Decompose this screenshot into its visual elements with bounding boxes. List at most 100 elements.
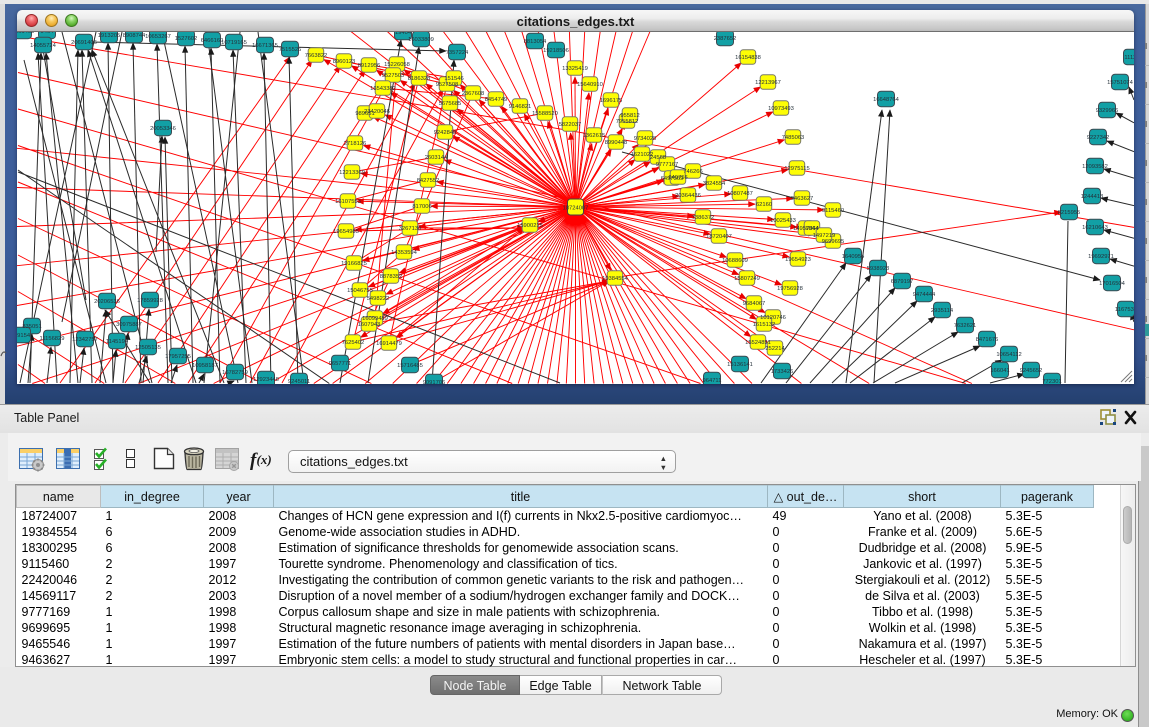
svg-text:15588520: 15588520 — [532, 111, 558, 117]
svg-text:2367608: 2367608 — [462, 91, 485, 97]
svg-text:955812: 955812 — [620, 113, 639, 119]
svg-text:1527602: 1527602 — [175, 36, 198, 42]
svg-text:8454749: 8454749 — [485, 97, 508, 103]
svg-text:817006: 817006 — [412, 204, 431, 210]
svg-text:7515526: 7515526 — [279, 47, 302, 53]
svg-text:20691406: 20691406 — [71, 40, 97, 46]
svg-text:7386372: 7386372 — [692, 215, 715, 221]
svg-text:5938923: 5938923 — [867, 266, 890, 272]
svg-text:8960123: 8960123 — [333, 59, 356, 65]
svg-text:746266: 746266 — [683, 169, 702, 175]
svg-text:16033809: 16033809 — [408, 37, 434, 43]
svg-text:7955812: 7955812 — [616, 119, 639, 125]
svg-text:9699695: 9699695 — [822, 239, 845, 245]
svg-text:(x): (x) — [257, 452, 272, 467]
svg-text:9844: 9844 — [806, 226, 820, 232]
svg-text:14055724: 14055724 — [30, 43, 57, 49]
svg-text:3824554: 3824554 — [703, 181, 726, 187]
svg-text:9463627: 9463627 — [791, 196, 814, 202]
svg-text:19384554: 19384554 — [602, 276, 629, 282]
svg-text:10973493: 10973493 — [768, 106, 794, 112]
svg-text:8878352: 8878352 — [380, 274, 403, 280]
svg-text:20364436: 20364436 — [675, 193, 701, 199]
svg-text:1497219: 1497219 — [813, 233, 836, 239]
svg-text:12505135: 12505135 — [135, 345, 161, 351]
svg-text:8990448: 8990448 — [605, 140, 628, 146]
svg-text:166041: 166041 — [990, 368, 1009, 374]
svg-text:9091706: 9091706 — [423, 380, 446, 384]
svg-text:772301: 772301 — [1042, 379, 1061, 384]
svg-text:5498222: 5498222 — [367, 296, 390, 302]
svg-text:6879197: 6879197 — [891, 279, 914, 285]
svg-text:16210643: 16210643 — [1082, 225, 1108, 231]
svg-text:15226058: 15226058 — [384, 62, 410, 68]
svg-text:19654985: 19654985 — [333, 229, 359, 235]
svg-text:8186328: 8186328 — [408, 76, 431, 82]
svg-text:9474444: 9474444 — [913, 292, 936, 298]
svg-text:5822037: 5822037 — [559, 122, 582, 128]
svg-text:16107553: 16107553 — [335, 199, 361, 205]
svg-text:20206536: 20206536 — [94, 299, 120, 305]
svg-text:19218506: 19218506 — [543, 48, 569, 54]
svg-text:7357224: 7357224 — [446, 50, 469, 56]
svg-text:17016504: 17016504 — [1099, 281, 1126, 287]
svg-text:12923448: 12923448 — [253, 377, 279, 383]
svg-text:12213369: 12213369 — [339, 170, 365, 176]
svg-text:964711: 964711 — [703, 378, 722, 384]
svg-text:10807487: 10807487 — [727, 191, 753, 197]
svg-text:6466160: 6466160 — [201, 38, 224, 44]
svg-text:8813054: 8813054 — [524, 39, 547, 45]
svg-text:10688609: 10688609 — [722, 258, 748, 264]
svg-text:7485063: 7485063 — [782, 135, 805, 141]
svg-text:15046755: 15046755 — [347, 288, 373, 294]
svg-text:1145194: 1145194 — [106, 339, 129, 345]
svg-text:1640954: 1640954 — [842, 254, 865, 260]
svg-text:8427552: 8427552 — [417, 178, 440, 184]
svg-text:1733426: 1733426 — [771, 369, 794, 375]
svg-text:9684067: 9684067 — [743, 301, 766, 307]
svg-text:39154: 39154 — [17, 333, 31, 339]
svg-text:15900215: 15900215 — [517, 223, 543, 229]
svg-text:5675685: 5675685 — [439, 101, 462, 107]
svg-text:16782759: 16782759 — [222, 370, 248, 376]
svg-text:15751074: 15751074 — [1107, 80, 1134, 86]
svg-text:2603144: 2603144 — [425, 155, 448, 161]
svg-text:18724007: 18724007 — [563, 206, 589, 212]
svg-text:2935114: 2935114 — [931, 308, 954, 314]
svg-text:835051: 835051 — [22, 324, 41, 330]
svg-text:9734028: 9734028 — [634, 136, 657, 142]
svg-text:1696175: 1696175 — [600, 98, 623, 104]
svg-text:15807249: 15807249 — [734, 276, 760, 282]
svg-text:9657771: 9657771 — [329, 361, 352, 367]
svg-text:18720407: 18720407 — [706, 234, 732, 240]
svg-text:1913205: 1913205 — [98, 33, 121, 39]
svg-text:10958187: 10958187 — [192, 363, 218, 369]
svg-text:19166825: 19166825 — [341, 261, 367, 267]
svg-text:15640910: 15640910 — [577, 82, 603, 88]
svg-text:62160: 62160 — [756, 202, 772, 208]
svg-text:151546: 151546 — [444, 76, 463, 82]
svg-text:19654923: 19654923 — [785, 257, 811, 263]
svg-text:19692971: 19692971 — [1088, 254, 1114, 260]
svg-text:8908744: 8908744 — [123, 33, 146, 39]
svg-text:9329966: 9329966 — [1096, 108, 1119, 114]
svg-text:7625402: 7625402 — [342, 340, 365, 346]
svg-text:7663822: 7663822 — [305, 53, 328, 59]
svg-text:2387652: 2387652 — [714, 36, 737, 42]
svg-text:11156829: 11156829 — [40, 336, 65, 342]
svg-text:1167533: 1167533 — [1115, 307, 1134, 313]
svg-text:10025433: 10025433 — [770, 218, 796, 224]
svg-text:1615132: 1615132 — [753, 322, 776, 328]
svg-text:10719165: 10719165 — [221, 40, 247, 46]
svg-text:12213967: 12213967 — [755, 80, 781, 86]
svg-text:16671365: 16671365 — [252, 43, 278, 49]
svg-text:9227342: 9227342 — [1087, 135, 1110, 141]
svg-text:9527503: 9527503 — [382, 73, 405, 79]
svg-text:16648764: 16648764 — [873, 97, 900, 103]
svg-text:8912956: 8912956 — [358, 63, 381, 69]
svg-text:252214: 252214 — [765, 346, 785, 352]
svg-text:15136141: 15136141 — [727, 362, 753, 368]
svg-text:9777167: 9777167 — [656, 162, 679, 168]
svg-text:24568: 24568 — [650, 155, 666, 161]
svg-text:23420046: 23420046 — [364, 109, 390, 115]
